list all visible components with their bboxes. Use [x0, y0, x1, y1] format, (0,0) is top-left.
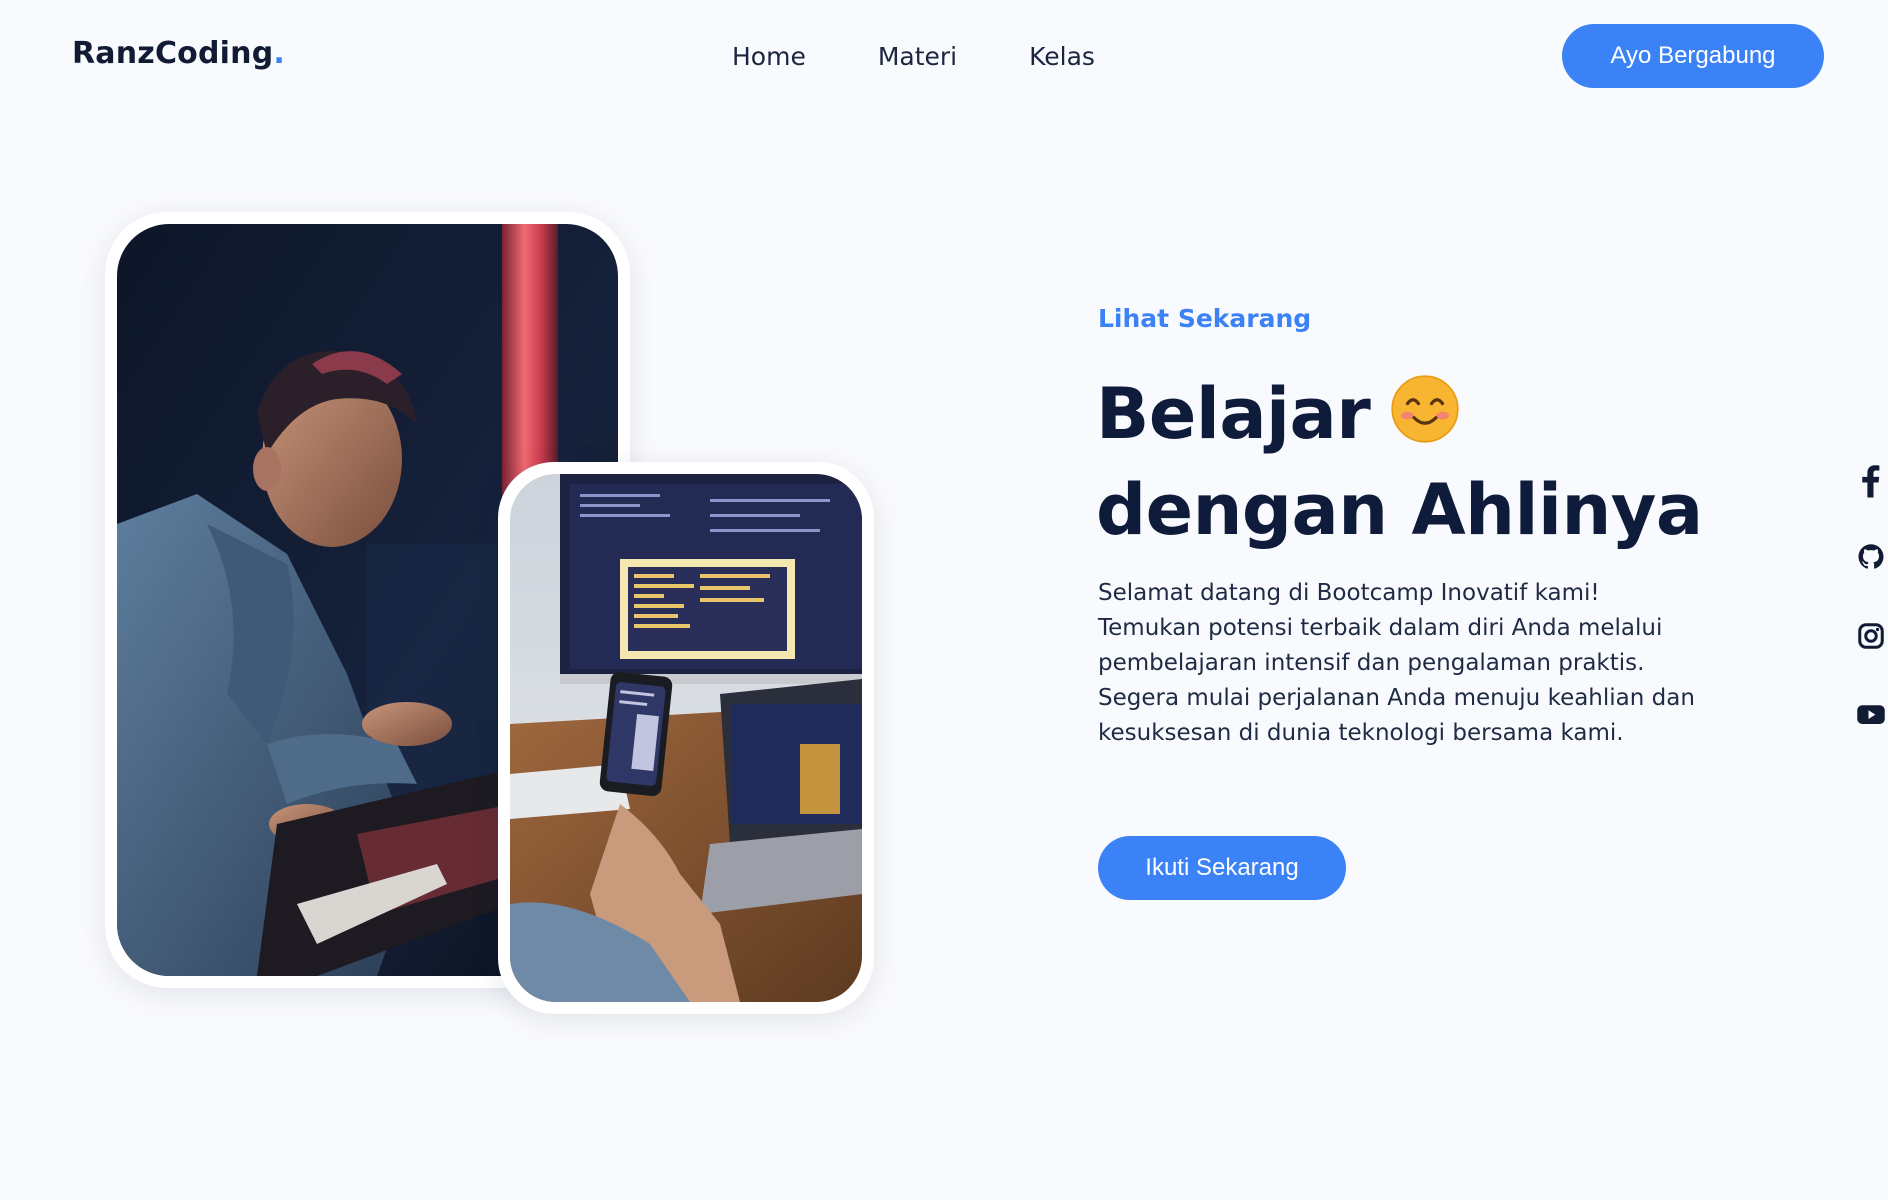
- logo[interactable]: RanzCoding.: [72, 36, 285, 71]
- hero-description: Selamat datang di Bootcamp Inovatif kami…: [1098, 580, 1695, 746]
- logo-dot: .: [273, 36, 285, 71]
- youtube-icon[interactable]: [1856, 696, 1886, 732]
- headline-line-1: Belajar: [1096, 366, 1703, 462]
- hero-headline: Belajar dengan Ahlinya: [1096, 366, 1703, 558]
- hero-image-small: [498, 462, 874, 1014]
- coding-desk-photo-illustration: [510, 474, 862, 1002]
- join-button[interactable]: Ayo Bergabung: [1562, 24, 1824, 88]
- logo-text: RanzCoding: [72, 36, 274, 71]
- nav-kelas-link[interactable]: Kelas: [1029, 40, 1095, 74]
- headline-line-2: dengan Ahlinya: [1096, 469, 1703, 551]
- social-links: [1856, 462, 1888, 774]
- main-nav: Home Materi Kelas: [732, 40, 1167, 74]
- nav-materi-link[interactable]: Materi: [878, 40, 957, 74]
- facebook-icon[interactable]: [1856, 462, 1886, 498]
- landing-page: RanzCoding. Home Materi Kelas Ayo Bergab…: [0, 0, 1888, 1200]
- coding-desk-photo: [510, 474, 862, 1002]
- smiling-face-icon: [1391, 375, 1459, 443]
- nav-home-link[interactable]: Home: [732, 40, 806, 74]
- headline-word: Belajar: [1096, 373, 1371, 455]
- cta-button[interactable]: Ikuti Sekarang: [1098, 836, 1346, 900]
- hero-eyebrow: Lihat Sekarang: [1098, 304, 1312, 333]
- instagram-icon[interactable]: [1856, 618, 1886, 654]
- github-icon[interactable]: [1856, 540, 1886, 576]
